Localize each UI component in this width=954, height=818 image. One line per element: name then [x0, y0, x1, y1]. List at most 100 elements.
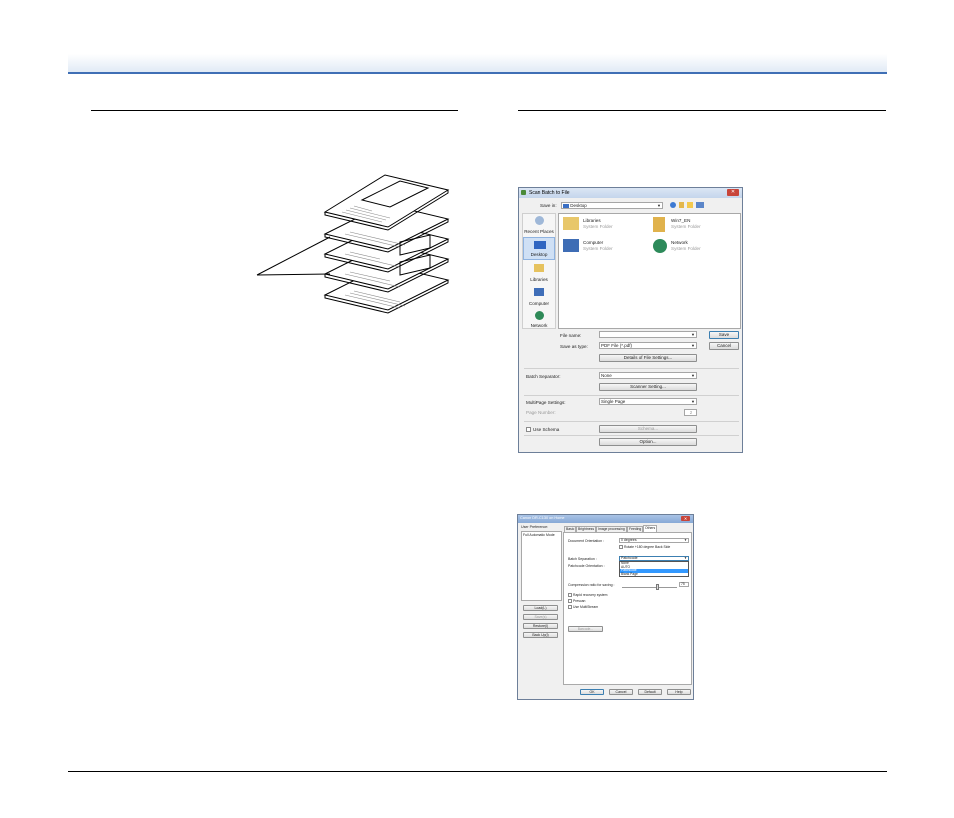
load-button[interactable]: Load(L) [523, 605, 558, 611]
place-computer[interactable]: Computer [523, 286, 555, 308]
prescan-checkbox[interactable] [568, 599, 572, 603]
use-schema-label: Use Schema [533, 427, 560, 432]
chevron-down-icon: ▼ [657, 203, 661, 208]
place-label: Recent Places [524, 229, 554, 234]
rapid-recovery-checkbox[interactable] [568, 593, 572, 597]
rapid-recovery-label: Rapid recovery system [573, 593, 608, 597]
user-preference-list: Full Automatic Mode [521, 531, 562, 601]
place-recent-places[interactable]: Recent Places [523, 214, 555, 236]
multipage-settings-combo[interactable]: Single Page ▼ [599, 398, 697, 405]
chevron-down-icon: ▼ [691, 343, 695, 348]
divider [524, 395, 739, 396]
batch-separator-combo[interactable]: None ▼ [599, 372, 697, 379]
list-item[interactable]: Network System Folder [651, 238, 739, 256]
save-in-value: Desktop [570, 203, 587, 208]
details-of-file-settings-button[interactable]: Details of File Settings... [599, 354, 697, 362]
user-preference-label: User Preference: [521, 525, 549, 529]
dropdown-option[interactable]: Blank Page [620, 572, 688, 577]
place-label: Libraries [530, 277, 548, 282]
place-desktop[interactable]: Desktop [523, 237, 555, 260]
file-name: Win7_EN [671, 218, 691, 223]
user-folder-icon [653, 217, 665, 232]
cancel-button[interactable]: Cancel [709, 342, 739, 350]
ok-button[interactable]: OK [580, 689, 604, 695]
back-up-button[interactable]: Back Up(l) [523, 632, 558, 638]
rotate-back-side-label: Rotate +180 degree Back Side [624, 545, 671, 549]
option-button[interactable]: Option... [599, 438, 697, 446]
recent-places-icon [535, 216, 544, 225]
libraries-icon [534, 264, 544, 272]
divider [524, 421, 739, 422]
save-in-label: Save in: [540, 203, 557, 208]
list-item[interactable]: Libraries System Folder [561, 216, 651, 234]
rotate-back-side-checkbox[interactable] [619, 545, 623, 549]
close-button[interactable]: ✕ [681, 516, 690, 521]
computer-icon [534, 288, 544, 296]
multipage-settings-label: MultiPage Settings: [526, 400, 566, 405]
app-icon [521, 190, 526, 195]
save-in-combo[interactable]: Desktop ▼ [561, 202, 663, 209]
document-orientation-value: 0 degrees [621, 538, 637, 542]
header-rule [68, 72, 887, 74]
chevron-down-icon: ▼ [684, 538, 687, 542]
header-band [68, 54, 887, 73]
page-number-spinner[interactable]: 2 [684, 409, 697, 416]
place-libraries[interactable]: Libraries [523, 262, 555, 284]
default-button[interactable]: Default [638, 689, 662, 695]
use-schema-checkbox[interactable] [526, 427, 531, 432]
dialog-title-bar: Scan Batch to File ✕ [519, 188, 742, 198]
batch-separation-value: Patchcode [621, 556, 638, 560]
file-name-input[interactable]: ▼ [599, 331, 697, 338]
list-item[interactable]: Computer System Folder [561, 238, 651, 256]
computer-icon [563, 239, 579, 252]
place-network[interactable]: Network [523, 310, 555, 330]
file-name-label: File name: [560, 333, 582, 338]
save-as-type-value: PDF File (*.pdf) [601, 343, 633, 348]
left-section-rule [91, 110, 458, 111]
barcode-button[interactable]: Barcode... [568, 626, 603, 632]
dialog-title-bar: Canon DR-C130 on Home ✕ [518, 515, 693, 523]
close-button[interactable]: ✕ [727, 189, 739, 196]
up-folder-icon[interactable] [679, 202, 684, 208]
tab-panel: Document Orientation : 0 degrees ▼ Rotat… [563, 532, 692, 685]
footer-rule [68, 771, 887, 772]
file-name: Network [671, 240, 688, 245]
scanner-settings-dialog: Canon DR-C130 on Home ✕ User Preference:… [517, 514, 694, 700]
chevron-down-icon: ▼ [691, 399, 695, 404]
network-icon [653, 239, 667, 253]
batch-separation-label: Batch Separation : [568, 557, 597, 561]
scanner-setting-button[interactable]: Scanner Setting... [599, 383, 697, 391]
desktop-icon [534, 241, 546, 249]
save-button[interactable]: Save(s) [523, 614, 558, 620]
divider [524, 435, 739, 436]
list-item[interactable]: Win7_EN System Folder [651, 216, 739, 234]
save-as-type-combo[interactable]: PDF File (*.pdf) ▼ [599, 342, 697, 349]
document-orientation-label: Document Orientation : [568, 539, 604, 543]
restore-button[interactable]: Restore(l) [523, 623, 558, 629]
document-orientation-combo[interactable]: 0 degrees ▼ [619, 538, 689, 543]
save-as-type-label: Save as type: [560, 344, 588, 349]
compression-ratio-label: Compression ratio for saving : [568, 583, 615, 587]
back-icon[interactable] [670, 202, 676, 208]
new-folder-icon[interactable] [687, 202, 693, 208]
schema-button[interactable]: Schema... [599, 425, 697, 433]
dialog-title: Canon DR-C130 on Home [520, 516, 565, 520]
use-multistream-checkbox[interactable] [568, 605, 572, 609]
network-icon [535, 311, 544, 320]
help-button[interactable]: Help [667, 689, 691, 695]
dialog-title: Scan Batch to File [529, 190, 570, 196]
file-type: System Folder [583, 224, 613, 229]
stacked-documents-illustration [256, 174, 450, 314]
list-item[interactable]: Full Automatic Mode [523, 533, 555, 537]
compression-value-box[interactable]: 75 [679, 582, 689, 587]
chevron-down-icon: ▼ [691, 373, 695, 378]
cancel-button[interactable]: Cancel [609, 689, 633, 695]
compression-slider-thumb[interactable] [656, 584, 659, 590]
save-button[interactable]: Save [709, 331, 739, 339]
place-label: Network [530, 323, 548, 328]
view-menu-icon[interactable] [696, 202, 704, 208]
page-number-label: Page Number: [526, 410, 556, 415]
file-name: Computer [583, 240, 604, 245]
divider [524, 368, 739, 369]
batch-separator-value: None [601, 373, 612, 378]
